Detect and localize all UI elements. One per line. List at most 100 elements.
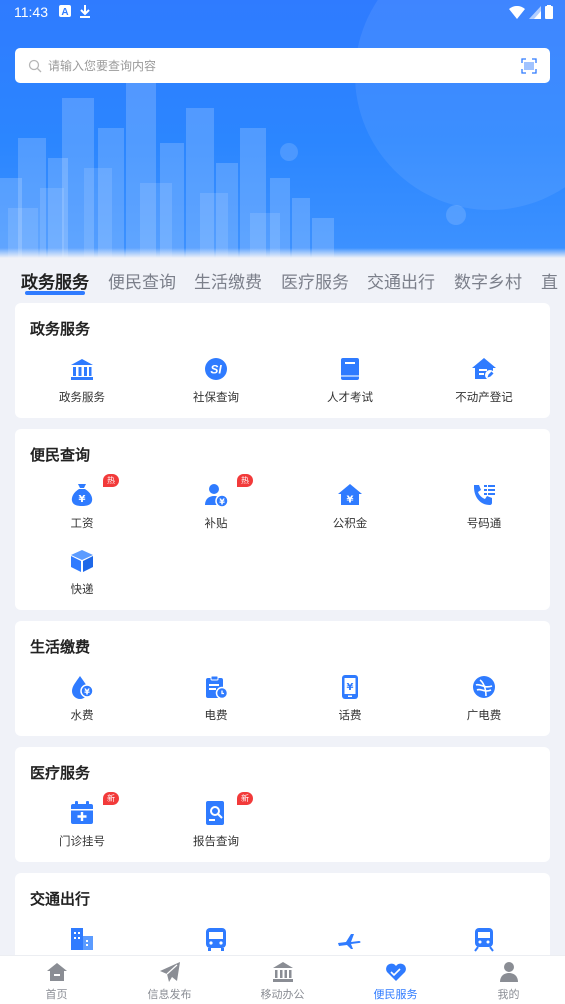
service-label: 快递	[70, 582, 94, 596]
service-label: 补贴	[204, 516, 228, 530]
tab-living-payment[interactable]: 生活缴费	[194, 268, 262, 293]
service-label: 政务服务	[59, 390, 105, 404]
user-icon	[499, 962, 518, 982]
service-label: 工资	[70, 516, 94, 530]
svg-text:A: A	[61, 7, 68, 18]
bus-icon	[203, 926, 229, 952]
scan-icon[interactable]	[521, 57, 537, 74]
clipboard-clock-icon	[203, 674, 229, 700]
new-badge: 新	[103, 792, 119, 805]
service-item[interactable]: 新 门诊挂号	[15, 792, 149, 856]
service-label: 水费	[70, 708, 94, 722]
service-item[interactable]: 政务服务	[15, 356, 149, 412]
battery-icon	[545, 5, 553, 19]
service-item[interactable]: ¥ 热 工资	[15, 474, 149, 538]
tab-transport[interactable]: 交通出行	[367, 268, 435, 293]
service-item[interactable]: 新 报告查询	[149, 792, 283, 856]
nav-convenience-service[interactable]: 便民服务	[339, 956, 452, 1004]
service-item[interactable]: 电费	[149, 674, 283, 730]
nav-label: 首页	[45, 988, 68, 1001]
service-label: 号码通	[466, 516, 502, 530]
package-icon	[69, 548, 95, 574]
signal-icon	[529, 5, 541, 19]
section-title: 医疗服务	[30, 764, 91, 782]
svg-text:¥: ¥	[219, 498, 225, 507]
service-item[interactable]: 快递	[15, 548, 149, 604]
nav-profile[interactable]: 我的	[452, 956, 565, 1004]
send-icon	[159, 962, 180, 982]
section-card-medical: 医疗服务 新 门诊挂号 新 报告查询	[15, 747, 550, 862]
svg-text:¥: ¥	[79, 494, 86, 505]
train-icon	[471, 926, 497, 952]
service-item[interactable]: ¥ 公积金	[283, 482, 417, 538]
wifi-icon	[509, 5, 525, 19]
nav-office[interactable]: 移动办公	[226, 956, 339, 1004]
heart-hand-icon	[385, 963, 406, 981]
bank-icon	[69, 356, 95, 382]
tab-gov-service[interactable]: 政务服务	[21, 268, 89, 293]
city-skyline-illustration	[0, 78, 334, 258]
new-badge: 新	[237, 792, 253, 805]
service-label: 门诊挂号	[59, 834, 105, 848]
hot-badge: 热	[237, 474, 253, 487]
status-time: 11:43	[14, 4, 48, 20]
tab-digital-village[interactable]: 数字乡村	[454, 268, 522, 293]
tab-more[interactable]: 直	[541, 268, 558, 293]
search-input[interactable]	[48, 58, 521, 73]
nav-publish[interactable]: 信息发布	[113, 956, 226, 1004]
nav-label: 我的	[497, 988, 520, 1001]
person-yuan-icon: ¥	[203, 482, 229, 508]
nav-label: 便民服务	[373, 988, 418, 1001]
section-card-living-payment: 生活缴费 ¥ 水费 电费 ¥ 话费 广电费	[15, 621, 550, 736]
service-item[interactable]: 广电费	[417, 674, 551, 730]
home-icon	[46, 963, 67, 981]
book-icon	[337, 356, 363, 382]
service-label: 话费	[338, 708, 362, 722]
bottom-navigation: 首页 信息发布 移动办公 便民服务 我的	[0, 955, 565, 1004]
decorative-dot	[446, 205, 466, 225]
service-label: 不动产登记	[455, 390, 513, 404]
social-security-icon: SI	[203, 356, 229, 382]
mobile-yuan-icon: ¥	[337, 674, 363, 700]
building-icon	[69, 926, 95, 952]
svg-text:¥: ¥	[347, 495, 354, 506]
svg-text:¥: ¥	[84, 688, 90, 697]
section-card-convenience: 便民查询 ¥ 热 工资 ¥ 热 补贴 ¥ 公积金 号码通 快递	[15, 429, 550, 610]
airplane-icon	[337, 926, 363, 952]
nav-label: 信息发布	[147, 988, 192, 1001]
office-building-icon	[272, 962, 293, 982]
service-label: 电费	[204, 708, 228, 722]
download-icon	[80, 5, 90, 18]
section-title: 政务服务	[30, 320, 91, 338]
service-item[interactable]: SI 社保查询	[149, 356, 283, 412]
service-item[interactable]: 号码通	[417, 482, 551, 538]
search-icon	[28, 59, 42, 72]
nav-label: 移动办公	[260, 988, 305, 1001]
svg-text:¥: ¥	[347, 682, 354, 693]
tab-medical-service[interactable]: 医疗服务	[281, 268, 349, 293]
service-label: 人才考试	[327, 390, 373, 404]
calendar-plus-icon	[69, 800, 95, 826]
service-item[interactable]: ¥ 热 补贴	[149, 474, 283, 538]
water-drop-icon: ¥	[69, 674, 95, 700]
section-card-gov: 政务服务 政务服务 SI 社保查询 人才考试 不动产登记	[15, 303, 550, 418]
active-tab-indicator	[25, 291, 85, 295]
service-item[interactable]: 不动产登记	[417, 356, 551, 412]
house-yuan-icon: ¥	[337, 482, 363, 508]
category-tabs: 政务服务 便民查询 生活缴费 医疗服务 交通出行 数字乡村 直	[0, 258, 565, 298]
decorative-circle	[355, 0, 565, 210]
report-search-icon	[203, 800, 229, 826]
hot-badge: 热	[103, 474, 119, 487]
notification-a-icon: A	[59, 5, 71, 18]
service-item[interactable]: ¥ 话费	[283, 674, 417, 730]
search-bar[interactable]	[15, 48, 550, 83]
service-item[interactable]: ¥ 水费	[15, 674, 149, 730]
tab-convenience-query[interactable]: 便民查询	[108, 268, 176, 293]
house-edit-icon	[471, 356, 497, 382]
phone-list-icon	[471, 482, 497, 508]
nav-home[interactable]: 首页	[0, 956, 113, 1004]
section-title: 生活缴费	[30, 638, 91, 656]
status-bar: 11:43 A	[0, 0, 565, 24]
money-bag-icon: ¥	[69, 482, 95, 508]
service-item[interactable]: 人才考试	[283, 356, 417, 412]
